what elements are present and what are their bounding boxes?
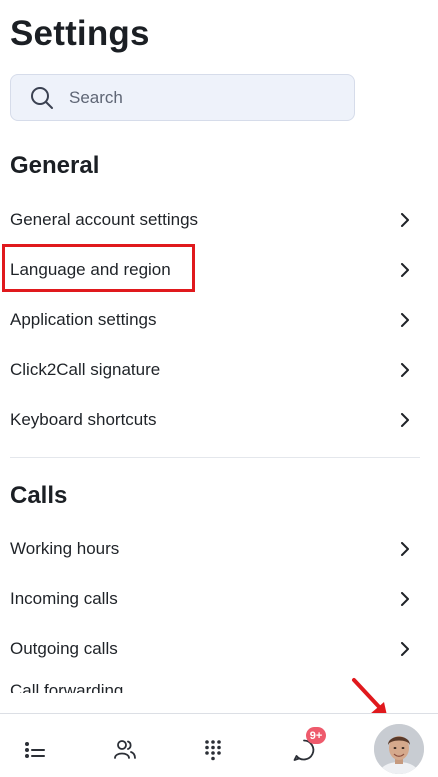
settings-item-label: Application settings (10, 310, 157, 329)
chevron-right-icon (398, 213, 412, 227)
page-title: Settings (10, 14, 150, 53)
settings-item-label: Call forwarding (10, 683, 124, 693)
chevron-right-icon (398, 313, 412, 327)
settings-item-label: General account settings (10, 210, 199, 229)
search-input[interactable] (67, 86, 321, 109)
chevron-right-icon (398, 642, 412, 656)
highlight-box (2, 244, 195, 292)
contacts-icon[interactable] (111, 736, 139, 764)
chevron-right-icon (398, 542, 412, 556)
section-heading-calls: Calls (10, 482, 68, 509)
unread-badge: 9+ (306, 727, 326, 744)
settings-item-outgoing-calls[interactable]: Outgoing calls (0, 629, 420, 669)
section-heading-general: General (10, 152, 100, 179)
bottom-nav-bar: 9+ (0, 713, 438, 777)
settings-item-label: Incoming calls (10, 589, 118, 608)
settings-item-application[interactable]: Application settings (0, 300, 420, 340)
chevron-right-icon (398, 263, 412, 277)
settings-page: Settings General General account setting… (0, 0, 438, 777)
list-icon[interactable] (21, 736, 49, 764)
chevron-right-icon (398, 413, 412, 427)
dialpad-icon[interactable] (199, 736, 227, 764)
settings-item-click2call[interactable]: Click2Call signature (0, 350, 420, 390)
chevron-right-icon (398, 592, 412, 606)
avatar[interactable] (374, 724, 424, 774)
settings-item-general-account[interactable]: General account settings (0, 200, 420, 240)
search-icon (29, 85, 55, 111)
section-divider (10, 457, 420, 458)
settings-item-label: Click2Call signature (10, 360, 161, 379)
settings-item-keyboard-shortcuts[interactable]: Keyboard shortcuts (0, 400, 420, 440)
settings-item-incoming-calls[interactable]: Incoming calls (0, 579, 420, 619)
settings-item-label: Keyboard shortcuts (10, 410, 157, 429)
settings-item-call-forwarding[interactable]: Call forwarding (10, 683, 123, 693)
search-box[interactable] (10, 74, 355, 121)
settings-item-label: Working hours (10, 539, 120, 558)
settings-item-label: Outgoing calls (10, 639, 118, 658)
settings-item-working-hours[interactable]: Working hours (0, 529, 420, 569)
chevron-right-icon (398, 363, 412, 377)
